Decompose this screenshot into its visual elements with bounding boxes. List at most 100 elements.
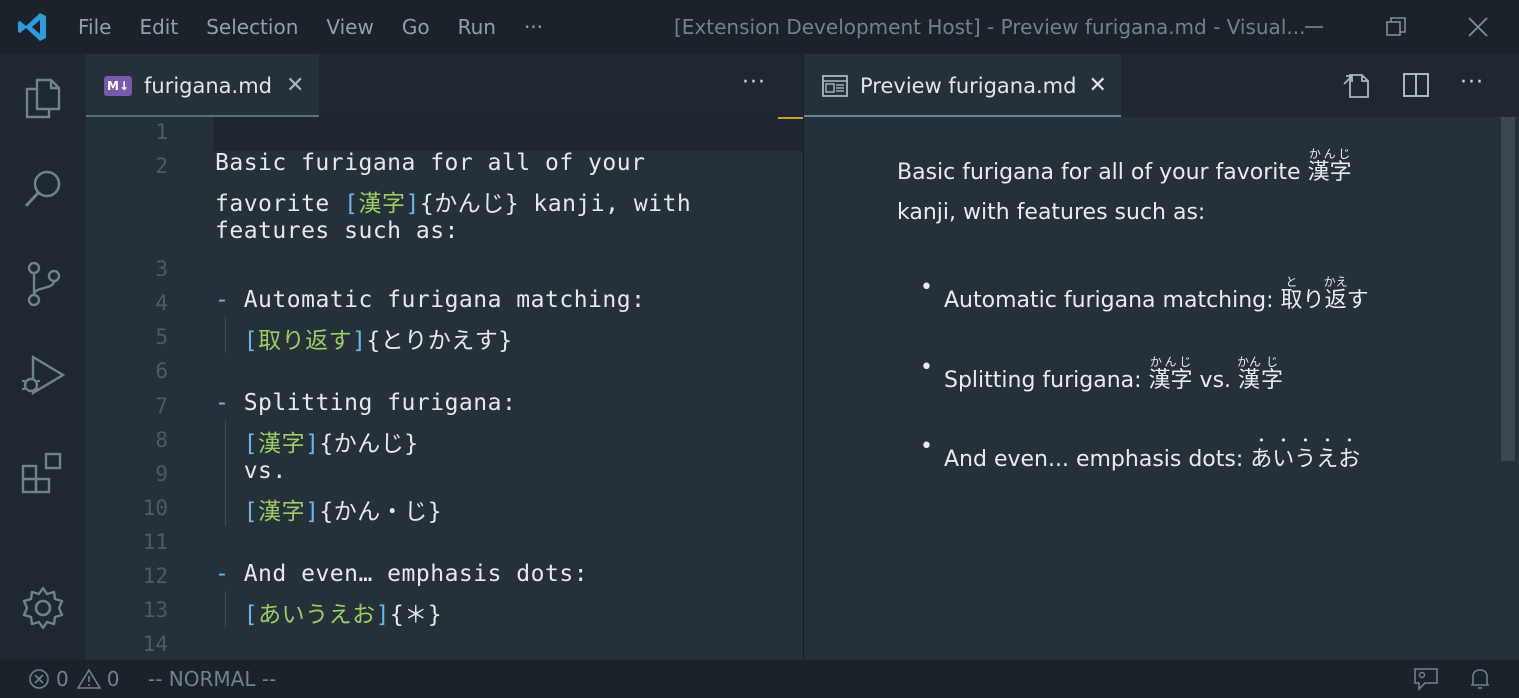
editor-more-actions-button[interactable]: ··· <box>742 70 766 95</box>
code-line: - Automatic furigana matching: <box>215 287 646 313</box>
menu-run[interactable]: Run <box>444 0 510 54</box>
run-debug-icon <box>22 354 66 396</box>
code-line: [漢字]{かん・じ} <box>243 499 443 525</box>
bell-icon <box>1471 669 1489 689</box>
line-number: 10 <box>142 496 168 520</box>
bullet: • <box>920 355 933 380</box>
title-bar: File Edit Selection View Go Run ··· [Ext… <box>0 0 1519 54</box>
vim-mode: -- NORMAL -- <box>148 667 277 691</box>
problems-indicator[interactable]: 0 0 <box>28 660 119 698</box>
notifications-button[interactable] <box>1468 667 1492 691</box>
preview-more-actions-button[interactable]: ··· <box>1460 70 1484 95</box>
line-number: 2 <box>155 154 168 178</box>
list-item: • And even... emphasis dots: あいうえお <box>920 434 1361 472</box>
code-line: vs. <box>215 458 287 484</box>
preview-text: kanji, with features such as: <box>897 200 1206 225</box>
restore-icon <box>1386 17 1406 36</box>
error-count: 0 <box>56 667 69 691</box>
markdown-icon: M↓ <box>104 75 132 96</box>
line-number: 14 <box>142 632 168 656</box>
line-number: 1 <box>155 120 168 144</box>
open-source-button[interactable] <box>1342 70 1372 104</box>
list-item: • Splitting furigana: 漢字かんじ vs. 漢かん字じ <box>920 355 1284 393</box>
furigana-ruby: 取と <box>1280 275 1303 313</box>
feedback-button[interactable] <box>1412 666 1440 692</box>
preview-scrollbar[interactable] <box>1501 117 1515 461</box>
code-line: [取り返す]{とりかえす} <box>243 328 513 354</box>
gear-icon <box>22 586 64 630</box>
extensions-icon <box>21 452 62 494</box>
status-bar: 0 0 -- NORMAL -- <box>0 660 1519 698</box>
feedback-icon <box>1414 668 1438 691</box>
menu-file[interactable]: File <box>64 0 125 54</box>
close-icon <box>1468 17 1488 37</box>
minimize-icon <box>1305 26 1323 28</box>
menu-selection[interactable]: Selection <box>192 0 312 54</box>
warning-icon <box>76 668 101 689</box>
search-icon <box>24 170 61 207</box>
code-line: favorite [漢字]{かんじ} kanji, with <box>215 191 692 217</box>
extensions-button[interactable] <box>0 442 86 502</box>
code-line: - And even… emphasis dots: <box>215 561 589 587</box>
close-tab-button[interactable]: ✕ <box>286 73 304 98</box>
code-line: Basic furigana for all of your <box>215 150 646 176</box>
error-icon <box>29 669 49 689</box>
code-line: [漢字]{かんじ} <box>243 431 419 457</box>
line-number: 13 <box>142 598 168 622</box>
line-number: 12 <box>142 564 168 588</box>
menu-view[interactable]: View <box>312 0 387 54</box>
files-icon <box>25 78 61 119</box>
bullet: • <box>920 275 933 300</box>
restore-button[interactable] <box>1366 0 1426 54</box>
tab-furigana-md[interactable]: M↓ furigana.md ✕ <box>86 54 319 117</box>
editor-tabs: M↓ furigana.md ✕ ··· <box>86 54 803 117</box>
tab-preview-furigana-md[interactable]: Preview furigana.md ✕ <box>804 54 1121 117</box>
menu-more[interactable]: ··· <box>510 0 557 54</box>
code-line: - Splitting furigana: <box>215 390 517 416</box>
search-button[interactable] <box>0 159 86 219</box>
current-line-highlight <box>214 117 778 151</box>
split-editor-button[interactable] <box>1402 71 1430 103</box>
vscode-logo-icon <box>0 0 64 54</box>
code-line: [あいうえお]{＊} <box>243 602 443 628</box>
code-editor[interactable]: 1 2 3 4 5 6 7 8 9 10 11 12 13 14 Basic f… <box>86 117 803 660</box>
line-number: 6 <box>155 359 168 383</box>
line-number: 4 <box>155 291 168 315</box>
warning-count: 0 <box>106 667 120 691</box>
code-line: features such as: <box>215 218 459 244</box>
run-debug-button[interactable] <box>0 346 86 406</box>
markdown-preview: Basic furigana for all of your favorite … <box>804 117 1519 660</box>
furigana-ruby: 漢字かんじ <box>1307 147 1352 185</box>
furigana-ruby: 字じ <box>1261 355 1284 393</box>
preview-icon <box>822 74 848 97</box>
preview-tabs: Preview furigana.md ✕ ··· <box>804 54 1519 117</box>
bullet: • <box>920 434 933 459</box>
list-item: • Automatic furigana matching: 取とり返かえす <box>920 275 1369 313</box>
emphasis-dots-text: あいうえお <box>1250 447 1361 472</box>
furigana-ruby: 漢かん <box>1237 355 1262 393</box>
line-number: 8 <box>155 428 168 452</box>
furigana-ruby: 漢字かんじ <box>1148 355 1193 393</box>
minimize-button[interactable] <box>1284 0 1344 54</box>
settings-button[interactable] <box>0 578 86 638</box>
source-control-icon <box>27 261 61 307</box>
line-number: 11 <box>142 530 168 554</box>
menu-bar: File Edit Selection View Go Run ··· <box>64 0 557 54</box>
source-control-button[interactable] <box>0 254 86 314</box>
split-editor-icon <box>1403 73 1429 97</box>
preview-paragraph: Basic furigana for all of your favorite … <box>897 147 1377 233</box>
line-number: 3 <box>155 257 168 281</box>
close-tab-button[interactable]: ✕ <box>1088 73 1106 98</box>
activity-bar <box>0 54 86 660</box>
preview-text: Basic furigana for all of your favorite <box>897 160 1308 185</box>
overview-ruler <box>778 117 803 151</box>
explorer-button[interactable] <box>0 68 86 128</box>
line-number: 7 <box>155 394 168 418</box>
close-window-button[interactable] <box>1448 0 1508 54</box>
menu-go[interactable]: Go <box>388 0 444 54</box>
open-source-icon <box>1343 74 1369 98</box>
menu-edit[interactable]: Edit <box>125 0 192 54</box>
furigana-ruby: 返かえ <box>1323 275 1348 313</box>
line-number: 5 <box>155 325 168 349</box>
tab-label: furigana.md <box>144 73 273 98</box>
